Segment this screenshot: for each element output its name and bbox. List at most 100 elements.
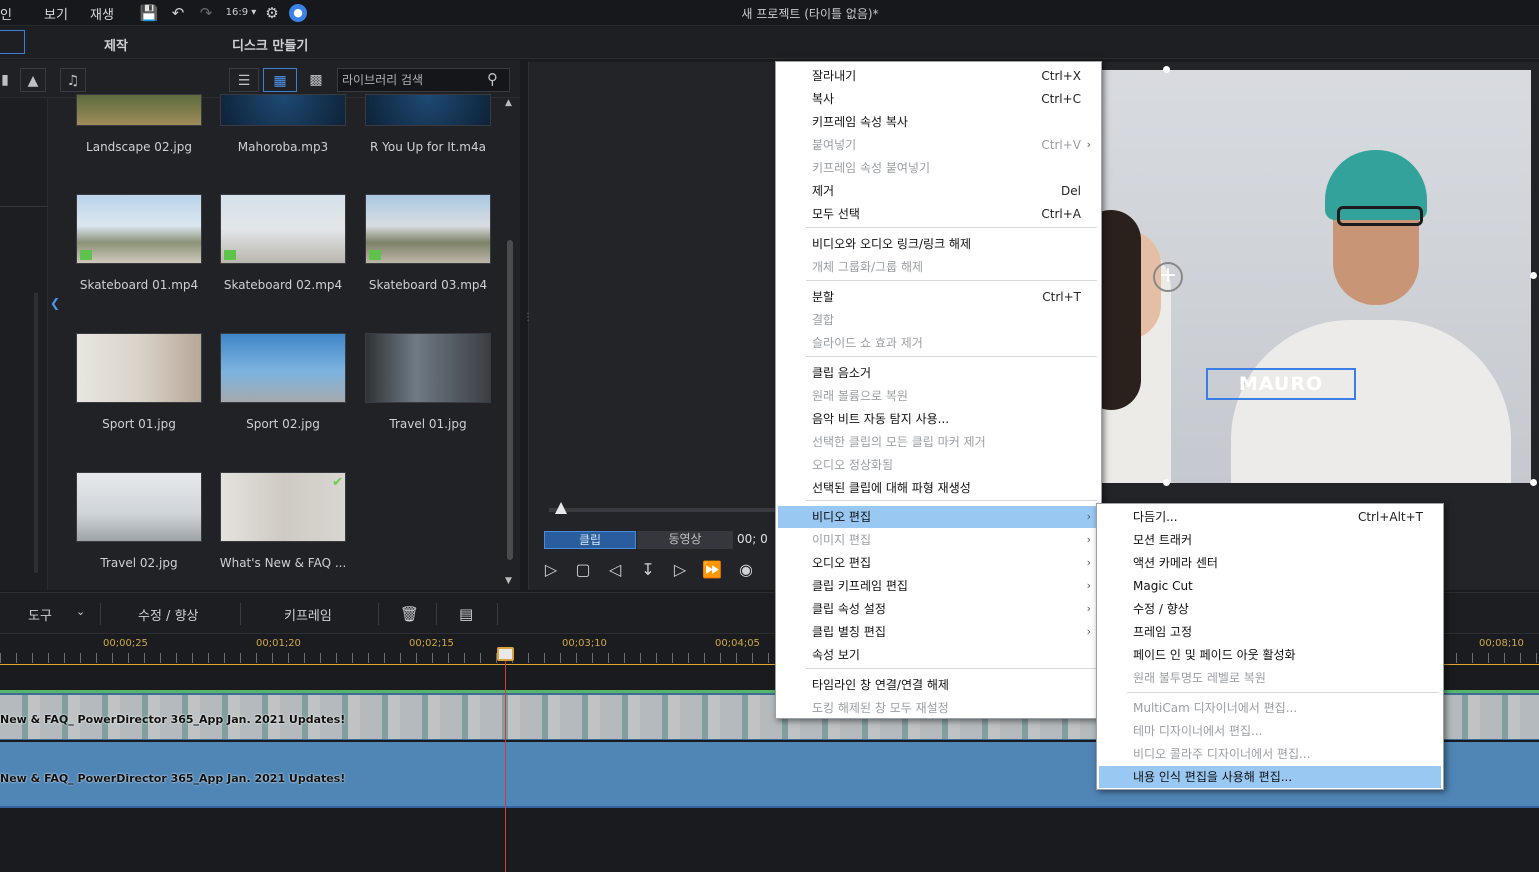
library-item[interactable]: Sport 01.jpg [76, 333, 202, 431]
playhead-line[interactable] [505, 648, 506, 872]
submenu-item-label: 모션 트래커 [1133, 533, 1193, 547]
preview-video-frame[interactable]: MAURO + [1101, 70, 1531, 483]
trash-icon[interactable]: 🗑 [400, 605, 419, 623]
context-menu-item[interactable]: 음악 비트 자동 탐지 사용... [778, 408, 1099, 430]
library-search-input[interactable]: 라이브러리 검색 [337, 68, 510, 92]
list-view-icon[interactable]: ☰ [229, 68, 259, 92]
menu-divider [806, 356, 1097, 357]
context-menu: 잘라내기 Ctrl+X 복사 Ctrl+C 키프레임 속성 복사 붙여넣기 Ctrl+V › 키… [775, 61, 1102, 719]
context-menu-item-label: 잘라내기 [812, 69, 857, 83]
preview-scrubber[interactable] [549, 502, 779, 514]
resize-handle[interactable] [1530, 479, 1537, 486]
context-menu-item-label: 비디오와 오디오 링크/링크 해제 [812, 237, 972, 251]
library-item[interactable]: Skateboard 01.mp4 [76, 194, 202, 292]
context-menu-item[interactable]: 클립 별칭 편집 › [778, 621, 1099, 643]
context-menu-item[interactable]: 오디오 편집 › [778, 552, 1099, 574]
library-item[interactable]: ✔ What's New & FAQ ... [220, 472, 346, 570]
library-item[interactable]: Sport 02.jpg [220, 333, 346, 431]
tab-capture[interactable] [0, 30, 25, 54]
submenu-item[interactable]: Magic Cut [1099, 575, 1441, 597]
resize-handle[interactable] [1530, 272, 1537, 279]
fix-enhance-button[interactable]: 수정 / 향상 [138, 605, 199, 624]
context-menu-item: 키프레임 속성 붙여넣기 [778, 157, 1099, 179]
scrubber-handle[interactable] [555, 502, 567, 514]
context-menu-item[interactable]: 키프레임 속성 복사 [778, 111, 1099, 133]
library-item[interactable]: Skateboard 03.mp4 [365, 194, 491, 292]
submenu-arrow-icon: › [1086, 579, 1091, 592]
video-edit-submenu: 다듬기... Ctrl+Alt+T 모션 트래커액션 카메라 센터 Magic Cut… [1096, 503, 1444, 790]
library-item[interactable]: Mahoroba.mp3 [220, 94, 346, 154]
context-menu-item[interactable]: 비디오 편집 › [778, 506, 1099, 528]
playhead-handle[interactable] [497, 647, 514, 661]
scrollbar-thumb[interactable] [507, 240, 513, 560]
library-item-label: Mahoroba.mp3 [237, 140, 329, 154]
scroll-down-icon[interactable]: ▼ [505, 576, 512, 586]
context-menu-item[interactable]: 클립 속성 설정 › [778, 598, 1099, 620]
context-menu-item[interactable]: 속성 보기 [778, 644, 1099, 666]
submenu-item[interactable]: 수정 / 향상 [1099, 598, 1441, 620]
context-menu-item: 결합 [778, 309, 1099, 331]
title-text-overlay[interactable]: MAURO [1206, 368, 1356, 400]
search-icon[interactable]: ⚲ [487, 70, 498, 88]
library-item[interactable]: Travel 01.jpg [365, 333, 491, 431]
snapshot-mark-icon[interactable]: ↧ [636, 559, 660, 581]
submenu-item[interactable]: 액션 카메라 센터 [1099, 552, 1441, 574]
image-thumbnail [220, 333, 346, 403]
submenu-item[interactable]: 페이드 인 및 페이드 아웃 활성화 [1099, 644, 1441, 666]
image-filter-icon[interactable]: ▲ [20, 68, 46, 92]
tab-movie-mode[interactable]: 동영상 [637, 531, 733, 549]
grid-view-icon[interactable]: ▦ [263, 68, 297, 92]
context-menu-item[interactable]: 분할 Ctrl+T [778, 286, 1099, 308]
context-menu-item[interactable]: 복사 Ctrl+C [778, 88, 1099, 110]
context-menu-item[interactable]: 클립 키프레임 편집 › [778, 575, 1099, 597]
library-item[interactable]: Travel 02.jpg [76, 472, 202, 570]
shortcut-label: Ctrl+C [1041, 92, 1081, 106]
stop-icon[interactable]: ▢ [571, 559, 595, 581]
tab-edit[interactable]: 제작 [104, 35, 128, 54]
play-icon[interactable]: ▷ [539, 559, 563, 581]
context-menu-item-label: 결합 [812, 313, 835, 327]
submenu-item[interactable]: 내용 인식 편집을 사용해 편집... [1099, 766, 1441, 788]
panel-resize-handle[interactable]: ⋮ [523, 312, 533, 332]
submenu-item-label: 프레임 고정 [1133, 625, 1193, 639]
resize-handle[interactable] [1163, 479, 1170, 486]
context-menu-item-label: 오디오 편집 [812, 556, 872, 570]
submenu-item[interactable]: 프레임 고정 [1099, 621, 1441, 643]
fast-forward-icon[interactable]: ⏩ [700, 559, 724, 581]
subtitle-icon[interactable]: ▤ [459, 605, 473, 623]
submenu-arrow-icon: › [1086, 138, 1091, 151]
context-menu-item[interactable]: 선택된 클립에 대해 파형 재생성 [778, 477, 1099, 499]
tab-clip-mode[interactable]: 클립 [544, 531, 636, 549]
library-scrollbar[interactable]: ▲ ▼ [504, 98, 516, 586]
submenu-item[interactable]: 모션 트래커 [1099, 529, 1441, 551]
small-grid-view-icon[interactable]: ▩ [303, 68, 329, 92]
camera-icon[interactable]: ◉ [734, 559, 758, 581]
library-item[interactable]: Skateboard 02.mp4 [220, 194, 346, 292]
context-menu-item[interactable]: 비디오와 오디오 링크/링크 해제 [778, 233, 1099, 255]
context-menu-item[interactable]: 잘라내기 Ctrl+X [778, 65, 1099, 87]
tab-disc[interactable]: 디스크 만들기 [232, 35, 308, 54]
tools-menu-button[interactable]: 도구 [28, 605, 52, 624]
collapse-chevron-icon[interactable]: ❮ [50, 296, 62, 318]
context-menu-item[interactable]: 타임라인 창 연결/연결 해제 [778, 674, 1099, 696]
context-menu-item: 이미지 편집 › [778, 529, 1099, 551]
context-menu-item[interactable]: 모두 선택 Ctrl+A [778, 203, 1099, 225]
move-crosshair-icon[interactable]: + [1153, 262, 1183, 292]
scroll-up-icon[interactable]: ▲ [505, 98, 512, 108]
menu-divider [806, 280, 1097, 281]
context-menu-item[interactable]: 클립 음소거 [778, 362, 1099, 384]
checkmark-icon: ✔ [332, 475, 343, 490]
submenu-item[interactable]: 다듬기... Ctrl+Alt+T [1099, 506, 1441, 528]
chevron-down-icon[interactable]: ⌄ [76, 605, 85, 618]
resize-handle[interactable] [1163, 66, 1170, 73]
timecode-display: 00; 0 [737, 532, 768, 546]
next-frame-icon[interactable]: ▷ [668, 559, 692, 581]
library-item[interactable]: R You Up for It.m4a [365, 94, 491, 154]
context-menu-item[interactable]: 제거 Del [778, 180, 1099, 202]
audio-filter-icon[interactable]: ♫ [60, 68, 86, 92]
library-item[interactable]: Landscape 02.jpg [76, 94, 202, 154]
keyframe-button[interactable]: 키프레임 [284, 605, 332, 624]
previous-frame-icon[interactable]: ◁ [603, 559, 627, 581]
video-filter-icon[interactable]: ▮ [0, 68, 10, 92]
submenu-item: 테마 디자이너에서 편집... [1099, 720, 1441, 742]
